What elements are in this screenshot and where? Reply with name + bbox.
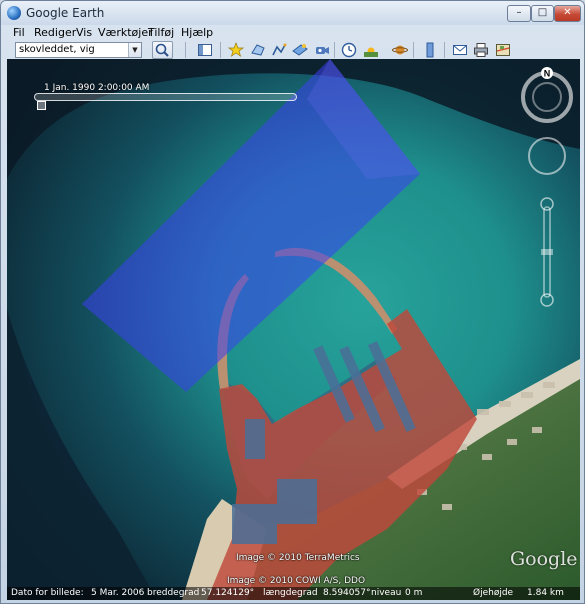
longitude-value: 8.594057° [323, 588, 371, 598]
ruler-button[interactable] [420, 41, 440, 59]
toolbar-separator [413, 42, 414, 58]
toolbar-separator [444, 42, 445, 58]
search-button[interactable] [152, 41, 173, 59]
time-slider-label: 1 Jan. 1990 2:00:00 AM [44, 83, 150, 93]
close-button[interactable]: ✕ [554, 5, 581, 22]
google-earth-window: Google Earth – □ ✕ Fil Rediger Vis Værkt… [0, 0, 585, 604]
sunlight-icon [364, 47, 378, 57]
historical-imagery-button[interactable] [339, 41, 359, 59]
window-title: Google Earth [26, 6, 105, 20]
menu-add[interactable]: Tilføj [148, 26, 174, 39]
eye-altitude-value: 1.84 km [527, 588, 564, 598]
menu-bar: Fil Rediger Vis Værktøjer Tilføj Hjælp [1, 25, 584, 41]
elevation-value: 0 m [405, 588, 423, 598]
zoom-slider[interactable] [539, 197, 555, 307]
elevation-label: niveau [371, 588, 402, 598]
ruler-icon [426, 42, 434, 58]
satellite-imagery [7, 59, 580, 600]
search-input[interactable]: skovleddet, vig ▼ [15, 42, 142, 58]
minimize-button[interactable]: – [507, 5, 531, 22]
placemark-icon [228, 42, 244, 57]
record-tour-icon [316, 47, 329, 54]
menu-file[interactable]: Fil [13, 26, 25, 39]
toolbar-separator [334, 42, 335, 58]
menu-help[interactable]: Hjælp [181, 26, 213, 39]
google-earth-icon [7, 6, 21, 20]
longitude-label: længdegrad [263, 588, 318, 598]
record-tour-button[interactable] [312, 41, 332, 59]
print-icon [474, 43, 488, 57]
time-slider-thumb[interactable] [37, 101, 46, 110]
imagery-date-value: 5 Mar. 2006 [91, 588, 145, 598]
move-joystick[interactable] [528, 137, 566, 175]
compass-ring[interactable]: N [519, 67, 575, 123]
add-placemark-button[interactable] [226, 41, 246, 59]
image-overlay-icon [292, 44, 308, 56]
maximize-button[interactable]: □ [531, 5, 554, 22]
toolbar-separator [220, 42, 221, 58]
email-icon [453, 45, 467, 55]
polygon-icon [251, 44, 265, 56]
eye-altitude-label: Øjehøjde [473, 588, 514, 598]
time-slider[interactable] [34, 93, 297, 101]
imagery-credit-2: Image © 2010 COWI A/S, DDO [227, 576, 366, 586]
toolbar: skovleddet, vig ▼ [1, 41, 584, 59]
north-indicator: N [544, 69, 551, 79]
status-bar: Dato for billede: 5 Mar. 2006 breddegrad… [7, 587, 580, 600]
menu-tools[interactable]: Værktøjer [98, 26, 153, 39]
imagery-credit-1: Image © 2010 TerraMetrics [236, 553, 360, 563]
menu-edit[interactable]: Rediger [34, 26, 76, 39]
planets-icon [392, 45, 408, 55]
search-icon [155, 43, 169, 57]
historical-imagery-icon [341, 42, 357, 58]
chevron-down-icon[interactable]: ▼ [128, 43, 141, 57]
email-button[interactable] [450, 41, 470, 59]
sunlight-button[interactable] [361, 41, 381, 59]
sidebar-toggle-button[interactable] [195, 41, 215, 59]
add-polygon-button[interactable] [248, 41, 268, 59]
maps-icon [496, 44, 510, 56]
add-image-overlay-button[interactable] [290, 41, 310, 59]
title-bar[interactable]: Google Earth – □ ✕ [1, 1, 584, 25]
planets-button[interactable] [390, 41, 410, 59]
earth-view[interactable]: 1 Jan. 1990 2:00:00 AM N Image © 2010 Te… [7, 59, 580, 600]
path-icon [272, 43, 287, 56]
menu-view[interactable]: Vis [76, 26, 92, 39]
imagery-date-label: Dato for billede: [11, 588, 84, 598]
view-in-maps-button[interactable] [493, 41, 513, 59]
add-path-button[interactable] [269, 41, 289, 59]
search-value: skovleddet, vig [19, 44, 95, 55]
sidebar-toggle-icon [198, 44, 212, 56]
latitude-label: breddegrad [147, 588, 200, 598]
latitude-value: 57.124129° [201, 588, 255, 598]
print-button[interactable] [471, 41, 491, 59]
toolbar-separator [185, 42, 186, 58]
google-logo: Google [510, 548, 578, 570]
